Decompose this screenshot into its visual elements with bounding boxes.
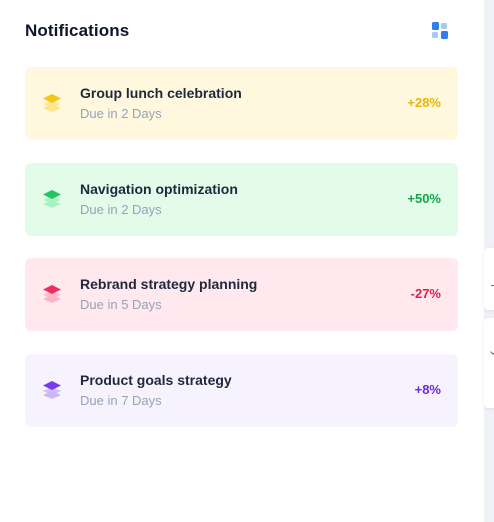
collapsed-widget[interactable] [484, 248, 494, 310]
chevron-down-icon [490, 349, 494, 355]
notification-card[interactable]: Rebrand strategy planning Due in 5 Days … [25, 258, 458, 331]
notification-change: +50% [407, 190, 441, 206]
notification-change: -27% [410, 286, 441, 301]
collapsed-widget[interactable] [484, 318, 494, 408]
layers-icon [41, 378, 63, 402]
notification-card[interactable]: Group lunch celebration Due in 2 Days +2… [25, 67, 458, 140]
notification-title: Product goals strategy [80, 371, 232, 388]
notification-title: Navigation optimization [80, 180, 238, 197]
notification-change: +28% [407, 95, 441, 110]
panel-title: Notifications [25, 21, 130, 40]
notification-card[interactable]: Product goals strategy Due in 7 Days +8% [25, 353, 458, 427]
notification-title: Group lunch celebration [80, 85, 242, 101]
notification-list: Group lunch celebration Due in 2 Days +2… [25, 67, 458, 449]
notification-due: Due in 2 Days [80, 106, 162, 121]
notification-due: Due in 7 Days [80, 392, 162, 408]
layers-icon [41, 91, 63, 115]
layers-icon [41, 282, 63, 306]
notification-due: Due in 2 Days [80, 201, 162, 217]
notification-title: Rebrand strategy planning [80, 276, 258, 292]
notification-card[interactable]: Navigation optimization Due in 2 Days +5… [25, 162, 458, 236]
layers-icon [41, 187, 63, 211]
notifications-panel: Notifications Group lunch celebration Du… [0, 0, 484, 522]
notification-due: Due in 5 Days [80, 297, 162, 312]
notification-change: +8% [414, 381, 441, 397]
grid-layout-icon[interactable] [429, 20, 451, 42]
panel-header: Notifications [25, 18, 459, 44]
